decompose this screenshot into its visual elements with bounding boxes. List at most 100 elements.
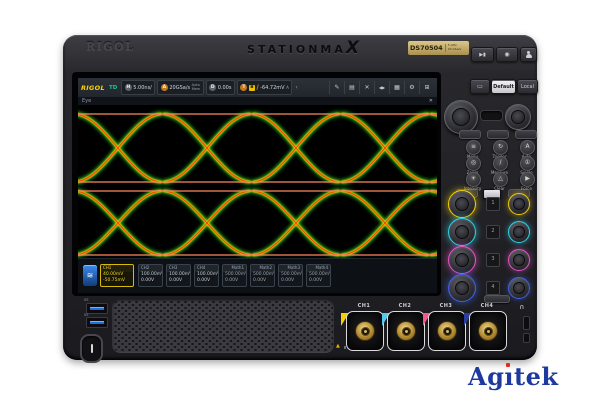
stylus-icon[interactable]: ✎ [329, 81, 344, 94]
trigger-level-value: -64.72mV [260, 85, 284, 91]
panel-button-label: Clear [486, 186, 513, 191]
ch3-enable-button[interactable]: 3 [486, 253, 500, 267]
model-specs: 5 GHz 20 GSa/s [445, 44, 461, 51]
play-pause-icon: ▶▮ [479, 52, 486, 58]
ch4-scale-knob[interactable] [448, 274, 476, 302]
xy-icon[interactable]: ✕ [359, 81, 374, 94]
bnc-label-ch4: CH4 [469, 303, 505, 309]
channel-card-math1[interactable]: Math1500.00mV0.00V [222, 264, 247, 287]
tab-eye[interactable]: Eye [82, 98, 91, 104]
run-stop-button[interactable]: ▶▮ [471, 47, 494, 62]
ch4-offset-knob[interactable] [508, 277, 530, 299]
channel-card-math2[interactable]: Math2500.00mV0.00V [250, 264, 275, 287]
speaker-grille [112, 299, 334, 353]
bnc-label-ch2: CH2 [387, 303, 423, 309]
t-icon: T [240, 84, 247, 91]
sample-rate-value: 20GSa/s [169, 85, 190, 91]
bnc-label-ch3: CH3 [428, 303, 464, 309]
usb3-label-1: SS [84, 298, 88, 302]
stationmax-text: STATIONMA [247, 43, 346, 56]
result-tabbar: Eye ✕ [78, 97, 437, 105]
ch2-offset-knob[interactable] [508, 221, 530, 243]
bnc-connector-ch2 [396, 321, 416, 341]
ch1-scale-knob[interactable] [448, 190, 476, 218]
acquisition-control[interactable]: A 20GSa/s Auto Mem [157, 80, 203, 95]
acq-mode: Auto Mem [192, 84, 201, 92]
display-mode-button[interactable]: ▭ [470, 79, 490, 94]
agitek-logo: Agıtek [468, 362, 559, 391]
ch3-offset-knob[interactable] [508, 249, 530, 271]
bottom-pill-button[interactable] [484, 295, 510, 303]
close-icon[interactable]: ✕ [429, 98, 433, 104]
ch4-enable-button[interactable]: 4 [486, 281, 500, 295]
trigger-source-badge: B [249, 85, 255, 91]
bnc-connector-ch3 [437, 321, 457, 341]
default-button[interactable]: Default [491, 79, 516, 94]
aux-button-3[interactable] [515, 130, 537, 139]
aux-button-1[interactable] [459, 130, 481, 139]
delay-control[interactable]: D 0.00s [206, 80, 235, 95]
ch1-enable-button[interactable]: 1 [486, 197, 500, 211]
aux-button-2[interactable] [487, 130, 509, 139]
channel-card-ch1[interactable]: CH140.00mV-50.75mV [100, 264, 134, 287]
trigger-status: TD [109, 85, 117, 91]
horizontal-scale-control[interactable]: H 5.00ns/ [121, 80, 155, 95]
waveform-display[interactable] [78, 105, 437, 258]
status-icon[interactable]: ▦ [389, 81, 404, 94]
navigate-rocker[interactable] [480, 110, 503, 121]
multipurpose-knob-a[interactable] [444, 100, 478, 134]
touch-icon: ◉ [504, 51, 509, 58]
scope-menubar: RIGOL TD H 5.00ns/ A 20GSa/s Auto Mem D … [78, 78, 437, 97]
channel-statusbar: ≋ CH140.00mV-50.75mVCH2100.00mV0.00VCH31… [78, 258, 437, 293]
trigger-control[interactable]: T B / -64.72mV A [237, 80, 292, 95]
usb-port-1 [86, 303, 108, 314]
ch2-enable-button[interactable]: 2 [486, 225, 500, 239]
ch1-offset-knob[interactable] [508, 193, 530, 215]
slope-icon: / [256, 84, 258, 91]
h-scale-value: 5.00ns/ [133, 85, 152, 91]
nav-icon[interactable]: ≋ [83, 265, 97, 286]
ch2-scale-knob[interactable] [448, 218, 476, 246]
aux-port-1 [523, 316, 530, 330]
warning-icon: ▲ [336, 344, 340, 349]
usb-port-2 [86, 317, 108, 328]
channel-card-ch2[interactable]: CH2100.00mV0.00V [138, 264, 163, 287]
bnc-label-ch1: CH1 [346, 303, 382, 309]
channel-card-ch4[interactable]: CH4100.00mV0.00V [194, 264, 219, 287]
user-button[interactable] [520, 47, 537, 62]
ch3-scale-knob[interactable] [448, 246, 476, 274]
agitek-text-post: tek [514, 362, 558, 391]
stationmax-logo: STATIONMAX [228, 38, 378, 58]
person-icon [525, 51, 533, 59]
channel-card-ch3[interactable]: CH3100.00mV0.00V [166, 264, 191, 287]
agitek-text-pre: Ag [468, 362, 504, 391]
collapse-icon[interactable]: ‹ [295, 84, 297, 91]
aux-port-2 [523, 333, 530, 343]
bnc-connector-ch4 [478, 321, 498, 341]
eye-diagram [78, 105, 437, 258]
arrows-icon[interactable]: ◀▶ [374, 81, 389, 94]
usb3-label-2: SS [84, 313, 88, 317]
channel-card-math3[interactable]: Math3500.00mV0.00V [278, 264, 303, 287]
display-icon: ▭ [477, 83, 483, 90]
grid-icon[interactable]: ⊞ [419, 81, 434, 94]
touch-lock-button[interactable]: ◉ [496, 47, 518, 62]
gear-icon[interactable]: ⚙ [404, 81, 419, 94]
multipurpose-knob-b[interactable] [505, 104, 531, 130]
power-button[interactable] [80, 334, 103, 363]
agitek-red-dot [506, 363, 510, 367]
list-icon[interactable]: ▤ [344, 81, 359, 94]
delay-value: 0.00s [218, 85, 232, 91]
channel-card-math4[interactable]: Math4500.00mV0.00V [306, 264, 331, 287]
panel-button-label: Force [513, 186, 540, 191]
agitek-i: ı [504, 362, 514, 391]
trigger-mode: A [286, 85, 289, 90]
a-icon: A [161, 84, 168, 91]
screen-rigol-logo: RIGOL [81, 84, 105, 92]
local-button[interactable]: Local [517, 79, 538, 94]
headphone-icon: ∩ [519, 303, 525, 311]
samplerate-spec: 20 GSa/s [448, 48, 461, 52]
acq-mode-line2: Mem [192, 88, 201, 92]
d-icon: D [209, 84, 216, 91]
h-icon: H [125, 84, 132, 91]
